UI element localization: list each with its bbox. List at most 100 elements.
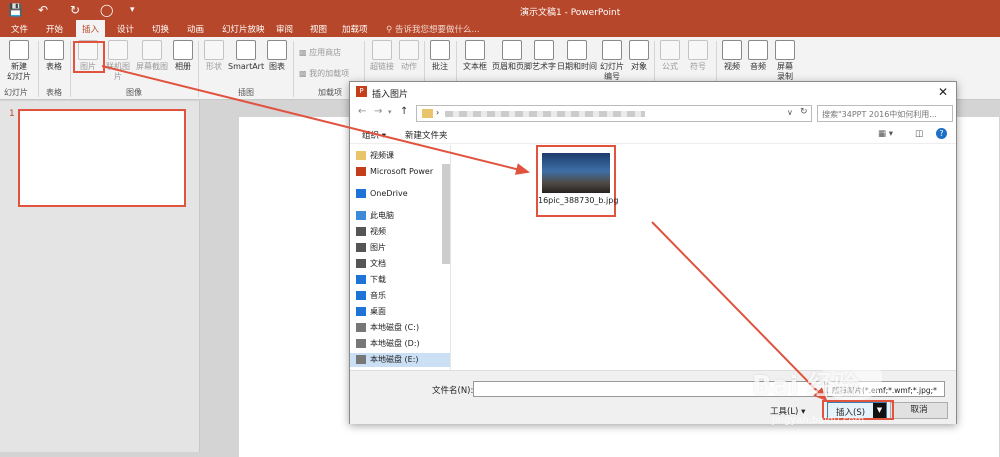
tab-transitions[interactable]: 切换	[152, 23, 169, 35]
new-folder-button[interactable]: 新建文件夹	[405, 129, 448, 141]
datetime-button[interactable]: 日期和时间	[557, 40, 597, 72]
nav-item[interactable]: 文档	[356, 257, 448, 271]
group-label-slides: 幻灯片	[4, 88, 28, 97]
group-divider	[293, 41, 294, 97]
customize-toolbar-icon[interactable]: ▾	[130, 5, 135, 15]
online-picture-button[interactable]: 联机图片	[104, 40, 132, 82]
tell-me-box[interactable]: ⚲ 告诉我您想要做什么...	[386, 23, 480, 35]
nav-item-label: 此电脑	[370, 211, 394, 220]
nav-item-label: 本地磁盘 (C:)	[370, 323, 420, 332]
comment-button[interactable]: 批注	[428, 40, 452, 72]
start-from-beginning-icon[interactable]: ◯	[100, 3, 113, 17]
forward-icon[interactable]: →	[374, 106, 382, 117]
new-slide-icon	[9, 40, 29, 60]
nav-item[interactable]: Microsoft Power	[356, 165, 448, 179]
tab-addins[interactable]: 加载项	[342, 23, 368, 35]
wordart-button[interactable]: 艺术字	[532, 40, 556, 72]
header-footer-icon	[502, 40, 522, 60]
nav-item[interactable]: OneDrive	[356, 187, 448, 201]
group-label-tables: 表格	[46, 88, 62, 97]
nav-item[interactable]: 本地磁盘 (C:)	[356, 321, 448, 335]
dialog-title: 插入图片	[372, 90, 409, 100]
tab-animations[interactable]: 动画	[187, 23, 204, 35]
tab-insert[interactable]: 插入	[76, 20, 106, 37]
refresh-icon[interactable]: ↻	[800, 107, 808, 117]
tab-home[interactable]: 开始	[46, 23, 63, 35]
slide-number-button[interactable]: 幻灯片 编号	[598, 40, 626, 82]
screenshot-button[interactable]: 屏幕截图	[134, 40, 170, 72]
address-bar[interactable]: › ∨ ↻	[416, 105, 812, 122]
table-button[interactable]: 表格	[42, 40, 66, 72]
nav-item[interactable]: 下载	[356, 273, 448, 287]
hyperlink-button[interactable]: 超链接	[368, 40, 396, 72]
new-slide-button[interactable]: 新建 幻灯片	[5, 40, 33, 82]
smartart-button[interactable]: SmartArt	[228, 40, 264, 72]
tab-view[interactable]: 视图	[310, 23, 327, 35]
header-footer-button[interactable]: 页眉和页脚	[492, 40, 532, 72]
search-input[interactable]: 搜索"34PPT 2016中如何利用...	[817, 105, 953, 122]
action-button[interactable]: 动作	[398, 40, 420, 72]
nav-item[interactable]: 此电脑	[356, 209, 448, 223]
star-icon	[399, 40, 419, 60]
hyperlink-label: 超链接	[370, 62, 394, 71]
store-button[interactable]: ▩ 应用商店	[299, 47, 341, 58]
pictures-folder-icon	[356, 243, 366, 252]
wordart-label: 艺术字	[532, 62, 556, 71]
nav-item[interactable]: 视频课	[356, 149, 448, 163]
video-icon	[722, 40, 742, 60]
nav-item[interactable]: 桌面	[356, 305, 448, 319]
save-icon[interactable]: 💾	[8, 3, 23, 17]
nav-item[interactable]: 本地磁盘 (E:)	[350, 353, 450, 367]
video-button[interactable]: 视频	[720, 40, 744, 72]
textbox-label: 文本框	[463, 62, 487, 71]
tab-design[interactable]: 设计	[117, 23, 134, 35]
undo-icon[interactable]: ↶	[38, 3, 48, 17]
music-folder-icon	[356, 291, 366, 300]
drive-icon	[356, 323, 366, 332]
tab-file[interactable]: 文件	[11, 23, 28, 35]
album-button[interactable]: 相册	[172, 40, 194, 72]
tab-slideshow[interactable]: 幻灯片放映	[222, 23, 265, 35]
nav-item[interactable]: 视频	[356, 225, 448, 239]
recent-dropdown-icon[interactable]: ▾	[388, 108, 392, 116]
preview-pane-icon[interactable]: ◫	[915, 129, 923, 139]
chart-button[interactable]: 图表	[266, 40, 288, 72]
close-icon[interactable]: ✕	[938, 85, 948, 99]
equation-button[interactable]: 公式	[658, 40, 682, 72]
nav-item-label: Microsoft Power	[370, 167, 434, 176]
up-icon[interactable]: ↑	[400, 106, 408, 117]
slide-thumbnail[interactable]	[18, 109, 186, 207]
audio-label: 音频	[750, 62, 766, 71]
organize-button[interactable]: 组织 ▾	[362, 129, 386, 141]
window-title: 演示文稿1 - PowerPoint	[520, 8, 621, 18]
back-icon[interactable]: ←	[358, 106, 366, 117]
group-divider	[38, 41, 39, 97]
symbol-button[interactable]: 符号	[686, 40, 710, 72]
desktop-folder-icon	[356, 307, 366, 316]
navigation-pane: 视频课 Microsoft Power OneDrive 此电脑视频图片文档下载音乐桌…	[350, 145, 451, 370]
redo-icon[interactable]: ↻	[70, 3, 80, 17]
textbox-button[interactable]: 文本框	[460, 40, 490, 72]
filename-label: 文件名(N):	[432, 386, 474, 396]
file-item[interactable]: 16pic_388730_b.jpg	[536, 145, 618, 217]
my-addins-button[interactable]: ▩ 我的加载项	[299, 68, 349, 79]
nav-item[interactable]: 本地磁盘 (D:)	[356, 337, 448, 351]
speaker-icon	[748, 40, 768, 60]
datetime-label: 日期和时间	[557, 62, 597, 71]
shapes-icon	[204, 40, 224, 60]
help-icon[interactable]: ?	[936, 128, 947, 139]
view-options-icon[interactable]: ▦ ▾	[878, 129, 893, 139]
nav-item[interactable]: 图片	[356, 241, 448, 255]
object-button[interactable]: 对象	[628, 40, 650, 72]
shapes-button[interactable]: 形状	[202, 40, 226, 72]
my-addins-label: 我的加载项	[309, 69, 350, 78]
tab-review[interactable]: 审阅	[276, 23, 293, 35]
nav-scrollbar[interactable]	[442, 164, 450, 264]
screen-record-button[interactable]: 屏幕 录制	[772, 40, 798, 82]
search-placeholder: 搜索"34PPT 2016中如何利用...	[822, 110, 937, 119]
nav-item[interactable]: 音乐	[356, 289, 448, 303]
address-dropdown-icon[interactable]: ∨	[787, 108, 793, 117]
folder-icon	[356, 151, 366, 160]
store-label: 应用商店	[309, 48, 342, 57]
audio-button[interactable]: 音频	[746, 40, 770, 72]
